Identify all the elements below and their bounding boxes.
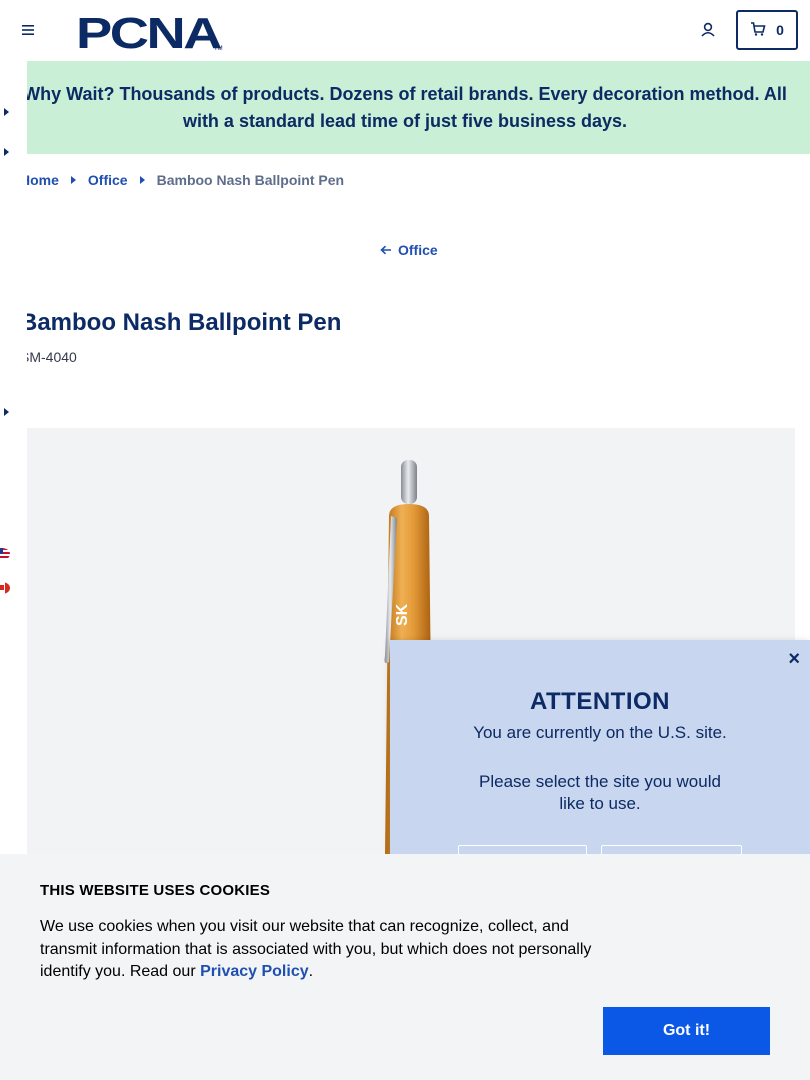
- user-icon[interactable]: [698, 20, 718, 40]
- rail-expand-icon[interactable]: [4, 108, 9, 116]
- attention-instruction: Please select the site you would like to…: [479, 772, 721, 813]
- privacy-policy-link[interactable]: Privacy Policy: [200, 963, 309, 980]
- chevron-right-icon: [70, 176, 76, 184]
- canada-flag-icon[interactable]: [0, 582, 10, 594]
- promo-banner: Why Wait? Thousands of products. Dozens …: [0, 61, 810, 154]
- cart-icon: [750, 21, 766, 39]
- breadcrumb: Home Office Bamboo Nash Ballpoint Pen: [20, 170, 344, 190]
- chevron-right-icon: [139, 176, 145, 184]
- cookie-message: We use cookies when you visit our websit…: [40, 916, 605, 984]
- hamburger-icon[interactable]: [18, 20, 38, 40]
- site-header: PCNA TM 0: [0, 0, 810, 61]
- us-site-button[interactable]: [458, 845, 587, 854]
- cookie-text: We use cookies when you visit our websit…: [40, 918, 592, 980]
- us-flag-icon[interactable]: [0, 548, 10, 560]
- back-link-label: Office: [398, 242, 438, 258]
- svg-text:SK: SK: [394, 603, 411, 626]
- arrow-left-icon: [380, 242, 392, 258]
- accept-cookies-button[interactable]: Got it!: [603, 1007, 770, 1055]
- svg-text:PCNA: PCNA: [76, 10, 221, 52]
- promo-text: Why Wait? Thousands of products. Dozens …: [23, 83, 787, 131]
- close-icon[interactable]: ×: [788, 648, 800, 671]
- product-sku: SM-4040: [20, 349, 77, 365]
- breadcrumb-office[interactable]: Office: [88, 172, 128, 188]
- breadcrumb-current: Bamboo Nash Ballpoint Pen: [156, 172, 345, 188]
- side-rail: [0, 61, 27, 854]
- cart-count: 0: [776, 22, 784, 38]
- attention-message: You are currently on the U.S. site.: [473, 723, 727, 742]
- product-title: Bamboo Nash Ballpoint Pen: [20, 309, 342, 336]
- cookie-title: THIS WEBSITE USES COOKIES: [40, 882, 271, 899]
- cookie-banner: THIS WEBSITE USES COOKIES We use cookies…: [0, 854, 810, 1080]
- attention-title: ATTENTION: [529, 688, 671, 715]
- back-to-office-link[interactable]: Office: [380, 242, 438, 258]
- rail-expand-icon[interactable]: [4, 148, 9, 156]
- page: PCNA TM 0 Why Wait? Thousands of product…: [0, 0, 810, 1080]
- pcna-logo[interactable]: PCNA TM: [76, 9, 226, 58]
- cookie-period: .: [308, 963, 314, 980]
- cart-button[interactable]: 0: [736, 10, 798, 50]
- canada-site-button[interactable]: [601, 845, 742, 854]
- svg-text:TM: TM: [214, 46, 223, 52]
- site-selector-panel: × ATTENTION You are currently on the U.S…: [390, 640, 810, 854]
- rail-expand-icon[interactable]: [4, 408, 9, 416]
